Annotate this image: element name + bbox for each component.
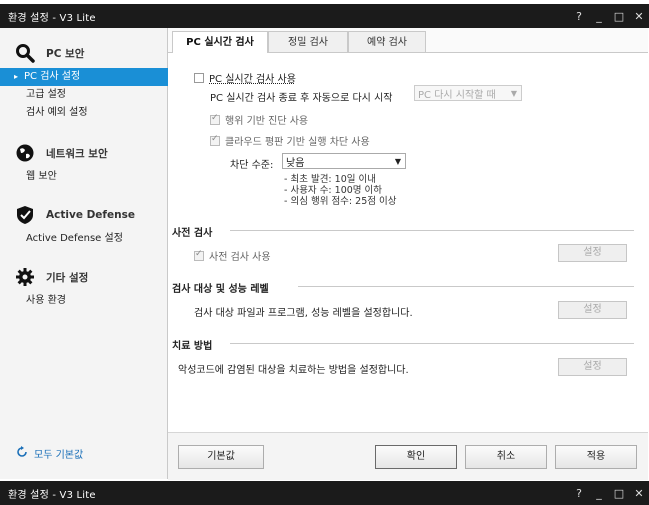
minimize-button[interactable]: _: [589, 487, 609, 500]
default-button[interactable]: 기본값: [178, 445, 264, 469]
window-title: 환경 설정 - V3 Lite: [8, 12, 96, 24]
divider: [230, 230, 634, 231]
behavior-label: 행위 기반 진단 사용: [225, 116, 309, 127]
sidebar-section-other-settings: 기타 설정 사용 환경: [0, 262, 168, 310]
treatment-settings-button[interactable]: 설정: [558, 358, 627, 376]
sidebar-item-environment[interactable]: 사용 환경: [0, 292, 168, 310]
sidebar-section-label: 네트워크 보안: [46, 147, 108, 160]
block-level-dropdown[interactable]: 낮음 ▼: [282, 153, 406, 169]
maximize-button[interactable]: □: [609, 10, 629, 23]
reset-all-defaults-link[interactable]: 모두 기본값: [16, 446, 83, 461]
help-button[interactable]: ?: [569, 10, 589, 23]
tab-scheduled-scan[interactable]: 예약 검사: [348, 31, 426, 52]
sidebar-section-label: 기타 설정: [46, 271, 89, 284]
section-title-performance: 검사 대상 및 성능 레벨: [172, 284, 269, 295]
realtime-enable-checkbox[interactable]: [194, 72, 204, 83]
sidebar-section-pc-security: PC 보안 ▸ PC 검사 설정 고급 설정 검사 예외 설정: [0, 38, 168, 122]
precheck-row[interactable]: 사전 검사 사용: [194, 248, 271, 263]
divider: [230, 343, 634, 344]
sidebar-section-network-security: 네트워크 보안 웹 보안: [0, 138, 168, 186]
help-button[interactable]: ?: [569, 487, 589, 500]
shield-check-icon: [14, 204, 36, 226]
settings-content: PC 실시간 검사 정밀 검사 예약 검사 PC 실시간 검사 사용 PC 실시…: [168, 28, 648, 480]
sidebar-item-advanced-settings[interactable]: 고급 설정: [0, 86, 168, 104]
cloud-label: 클라우드 평판 기반 실행 차단 사용: [225, 137, 370, 148]
globe-icon: [14, 142, 36, 164]
restart-label: PC 실시간 검사 종료 후 자동으로 다시 시작: [210, 93, 393, 104]
realtime-enable-label: PC 실시간 검사 사용: [209, 74, 296, 85]
tab-bar: PC 실시간 검사 정밀 검사 예약 검사: [168, 28, 648, 53]
minimize-button[interactable]: _: [589, 10, 609, 23]
treatment-desc: 악성코드에 감염된 대상을 치료하는 방법을 설정합니다.: [178, 365, 409, 376]
window-titlebar-bottom: 환경 설정 - V3 Lite ? _ □ ✕: [0, 481, 649, 505]
section-title-precheck: 사전 검사: [172, 228, 213, 239]
performance-settings-button[interactable]: 설정: [558, 301, 627, 319]
section-title-treatment: 치료 방법: [172, 341, 213, 352]
tab-realtime-scan[interactable]: PC 실시간 검사: [172, 31, 268, 53]
sidebar-item-web-security[interactable]: 웹 보안: [0, 168, 168, 186]
window-title: 환경 설정 - V3 Lite: [8, 489, 96, 501]
block-level-label: 차단 수준:: [230, 160, 274, 171]
behavior-row[interactable]: 행위 기반 진단 사용: [210, 112, 308, 127]
refresh-icon: [16, 446, 28, 461]
cancel-button[interactable]: 취소: [465, 445, 547, 469]
close-button[interactable]: ✕: [629, 487, 649, 500]
apply-button[interactable]: 적용: [555, 445, 637, 469]
sidebar-item-pc-scan-settings[interactable]: ▸ PC 검사 설정: [0, 68, 168, 86]
ok-button[interactable]: 확인: [375, 445, 457, 469]
restart-dropdown[interactable]: PC 다시 시작할 때 ▼: [414, 85, 522, 101]
footer-bar: 기본값 확인 취소 적용: [168, 432, 648, 480]
cloud-row[interactable]: 클라우드 평판 기반 실행 차단 사용: [210, 133, 370, 148]
precheck-checkbox[interactable]: [194, 249, 204, 261]
performance-desc: 검사 대상 파일과 프로그램, 성능 레벨을 설정합니다.: [194, 308, 413, 319]
settings-window: PC 보안 ▸ PC 검사 설정 고급 설정 검사 예외 설정 네트워크 보안 웹…: [0, 28, 648, 480]
close-button[interactable]: ✕: [629, 10, 649, 23]
precheck-label: 사전 검사 사용: [209, 252, 271, 263]
sidebar: PC 보안 ▸ PC 검사 설정 고급 설정 검사 예외 설정 네트워크 보안 웹…: [0, 28, 168, 479]
block-level-notes: - 최초 발견: 10일 이내 - 사용자 수: 100명 이하 - 의심 행위…: [284, 174, 397, 207]
realtime-enable-row[interactable]: PC 실시간 검사 사용: [194, 70, 296, 85]
sidebar-item-scan-exceptions[interactable]: 검사 예외 설정: [0, 104, 168, 122]
behavior-checkbox[interactable]: [210, 113, 220, 125]
magnifier-icon: [14, 42, 36, 64]
sidebar-section-label: Active Defense: [46, 209, 135, 221]
divider: [298, 286, 634, 287]
sidebar-item-active-defense-settings[interactable]: Active Defense 설정: [0, 230, 168, 248]
restart-row: PC 실시간 검사 종료 후 자동으로 다시 시작: [210, 89, 392, 104]
tab-full-scan[interactable]: 정밀 검사: [268, 31, 348, 52]
cloud-checkbox[interactable]: [210, 134, 220, 146]
window-titlebar: 환경 설정 - V3 Lite ? _ □ ✕: [0, 4, 649, 28]
maximize-button[interactable]: □: [609, 487, 629, 500]
block-level-row: 차단 수준:: [230, 156, 273, 171]
sidebar-section-label: PC 보안: [46, 47, 85, 60]
sidebar-section-active-defense: Active Defense Active Defense 설정: [0, 200, 168, 248]
gear-icon: [14, 266, 36, 288]
precheck-settings-button[interactable]: 설정: [558, 244, 627, 262]
